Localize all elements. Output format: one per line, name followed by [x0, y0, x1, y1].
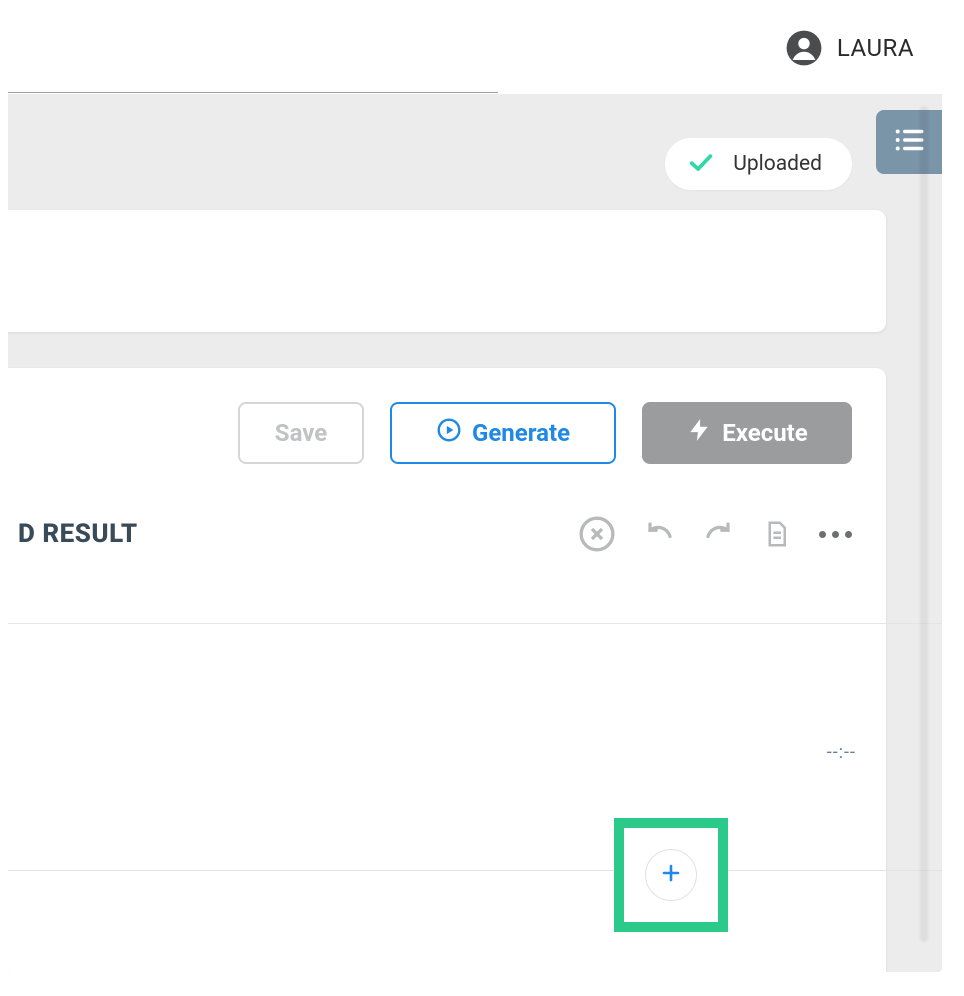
- add-button-highlight: [614, 818, 728, 932]
- frame-shadow: [920, 106, 928, 942]
- upper-panel: [8, 210, 886, 332]
- play-circle-icon: [436, 417, 462, 449]
- redo-icon[interactable]: [703, 519, 733, 549]
- section-title: D RESULT: [8, 519, 138, 549]
- side-list-button[interactable]: [876, 110, 942, 174]
- divider-1: [8, 623, 942, 624]
- action-button-row: Save Generate Execute: [8, 368, 886, 464]
- undo-icon[interactable]: [645, 519, 675, 549]
- main-panel: Save Generate Execute D RESULT: [8, 368, 886, 972]
- user-avatar-icon[interactable]: [785, 29, 823, 67]
- upload-status-pill: Uploaded: [665, 138, 852, 190]
- execute-button-label: Execute: [722, 419, 807, 447]
- username-label: LAURA: [837, 34, 914, 62]
- add-button[interactable]: [645, 849, 697, 901]
- more-options-icon[interactable]: [819, 531, 852, 538]
- bolt-icon: [686, 417, 712, 449]
- plus-icon: [659, 861, 683, 889]
- document-icon[interactable]: [761, 519, 791, 549]
- header-divider: [8, 92, 498, 93]
- close-circle-icon[interactable]: [577, 514, 617, 554]
- check-icon: [687, 148, 715, 180]
- timecode-placeholder: --:--: [827, 742, 856, 763]
- upload-status-label: Uploaded: [733, 152, 822, 176]
- app-frame: LAURA Uploaded Save Generate: [8, 8, 942, 972]
- save-button-label: Save: [275, 419, 327, 447]
- divider-2: [8, 870, 942, 871]
- section-header-row: D RESULT: [8, 464, 886, 554]
- execute-button[interactable]: Execute: [642, 402, 852, 464]
- save-button[interactable]: Save: [238, 402, 364, 464]
- editor-toolbar: [577, 514, 852, 554]
- header: LAURA: [8, 8, 942, 88]
- generate-button-label: Generate: [472, 419, 570, 447]
- generate-button[interactable]: Generate: [390, 402, 616, 464]
